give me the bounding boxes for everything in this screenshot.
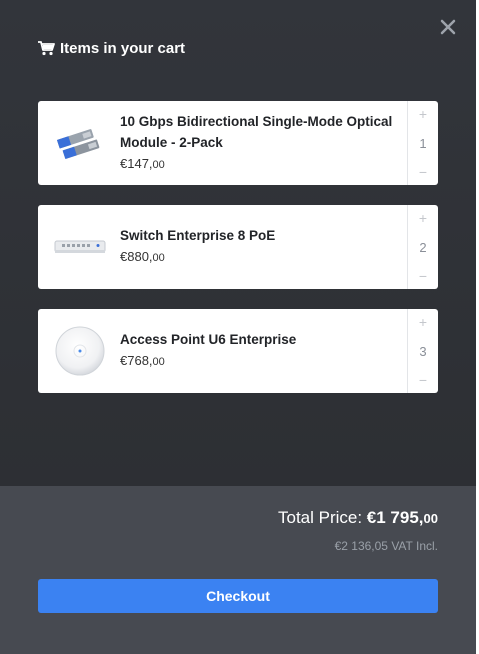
increase-quantity-button[interactable]: +: [419, 107, 427, 121]
cart-footer: Total Price: €1 795,00 €2 136,05 VAT Inc…: [0, 486, 476, 654]
item-name[interactable]: Access Point U6 Enterprise: [120, 329, 397, 350]
item-name[interactable]: 10 Gbps Bidirectional Single-Mode Optica…: [120, 111, 397, 153]
cart-icon: [38, 41, 55, 56]
checkout-button[interactable]: Checkout: [38, 579, 438, 613]
increase-quantity-button[interactable]: +: [419, 315, 427, 329]
cart-panel: Items in your cart 10 Gbps Bidirectional…: [0, 0, 476, 654]
cart-item: 10 Gbps Bidirectional Single-Mode Optica…: [38, 101, 438, 185]
quantity-stepper: + 1 −: [407, 101, 438, 185]
quantity-stepper: + 2 −: [407, 205, 438, 289]
total-label: Total Price:: [277, 508, 367, 527]
total-price: Total Price: €1 795,00: [278, 508, 438, 528]
decrease-quantity-button[interactable]: −: [419, 165, 427, 179]
quantity-stepper: + 3 −: [407, 309, 438, 393]
decrease-quantity-button[interactable]: −: [419, 373, 427, 387]
increase-quantity-button[interactable]: +: [419, 211, 427, 225]
switch-image: [50, 217, 110, 277]
total-value: €1 795,: [366, 508, 424, 527]
decrease-quantity-button[interactable]: −: [419, 269, 427, 283]
quantity-value: 3: [419, 343, 427, 359]
item-price: €147,00: [120, 155, 165, 171]
item-name[interactable]: Switch Enterprise 8 PoE: [120, 225, 397, 246]
total-cents: 00: [423, 511, 438, 526]
cart-item: Switch Enterprise 8 PoE €880,00 + 2 −: [38, 205, 438, 289]
item-price: €768,00: [120, 353, 165, 368]
item-price: €880,00: [120, 249, 165, 264]
cart-header: Items in your cart: [38, 40, 185, 57]
optical-module-image: [50, 113, 110, 173]
vat-price: €2 136,05 VAT Incl.: [334, 539, 438, 553]
cart-item: Access Point U6 Enterprise €768,00 + 3 −: [38, 309, 438, 393]
access-point-image: [50, 321, 110, 381]
close-icon[interactable]: [439, 18, 457, 36]
quantity-value: 2: [419, 239, 427, 255]
quantity-value: 1: [419, 135, 427, 151]
cart-title: Items in your cart: [60, 40, 186, 57]
cart-items-list: 10 Gbps Bidirectional Single-Mode Optica…: [38, 101, 438, 413]
